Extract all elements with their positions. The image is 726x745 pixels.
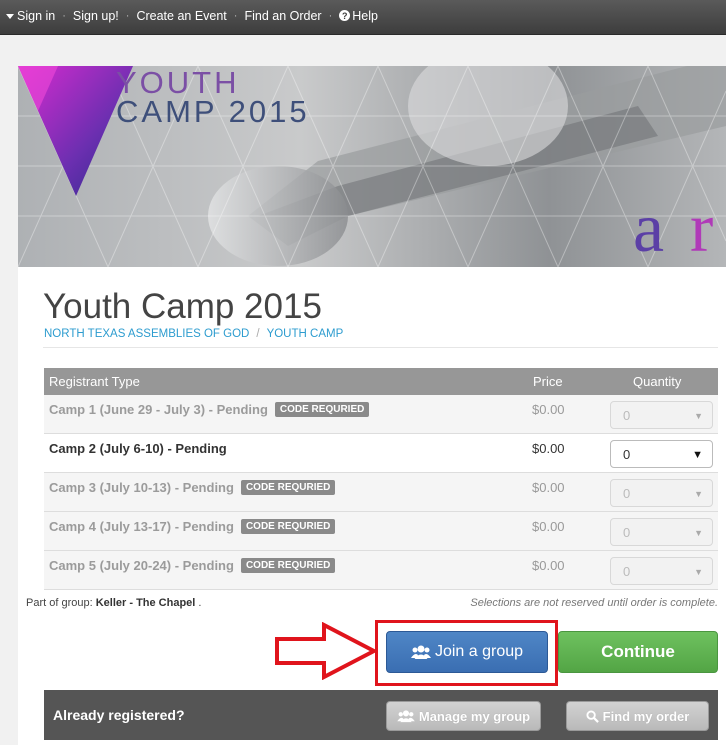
registrant-price: $0.00 [532,558,565,573]
join-group-label: Join a group [434,643,524,660]
registrant-price: $0.00 [532,402,565,417]
registrant-label: Camp 4 (July 13-17) - Pending [49,519,234,534]
quantity-value: 0 [623,408,631,423]
table-row: Camp 1 (June 29 - July 3) - Pending CODE … [44,395,718,434]
registrant-name: Camp 1 (June 29 - July 3) - Pending CODE … [49,402,370,417]
join-group-button[interactable]: Join a group [386,631,548,673]
breadcrumb-event[interactable]: YOUTH CAMP [267,328,344,340]
title-divider [43,347,718,348]
banner-title-line1: YOUTH [116,66,240,100]
registrant-label: Camp 2 (July 6-10) - Pending [49,441,227,456]
nav-separator: · [233,9,238,22]
svg-text:a: a [633,190,664,267]
table-row: Camp 5 (July 20-24) - Pending CODE REQURI… [44,551,718,590]
sign-in-label: Sign in [17,8,56,23]
sign-up-link[interactable]: Sign up! [73,9,119,23]
registrant-label: Camp 3 (July 10-13) - Pending [49,480,234,495]
quantity-value: 0 [623,564,631,579]
quantity-value: 0 [623,486,631,501]
help-label: Help [352,8,378,23]
registrant-price: $0.00 [532,519,565,534]
code-required-badge: CODE REQURIED [240,558,336,573]
manage-group-button[interactable]: Manage my group [386,701,541,731]
search-icon [586,709,599,723]
registrant-name: Camp 3 (July 10-13) - Pending CODE REQURI… [49,480,336,495]
code-required-badge: CODE REQURIED [240,480,336,495]
group-note-suffix: . [195,597,202,609]
page-title: Youth Camp 2015 [43,287,322,326]
chevron-down-icon: ▼ [694,528,703,538]
table-row: Camp 3 (July 10-13) - Pending CODE REQURI… [44,473,718,512]
nav-separator: · [328,9,333,22]
banner-title: YOUTH CAMP 2015 [116,66,310,129]
group-note-prefix: Part of group: [26,597,96,609]
breadcrumb-separator: / [256,328,260,340]
table-row: Camp 2 (July 6-10) - Pending $0.00 0 ▼ [44,434,718,473]
registrant-name: Camp 2 (July 6-10) - Pending [49,441,227,456]
code-required-badge: CODE REQURIED [274,402,370,417]
already-registered-label: Already registered? [53,707,185,723]
table-row: Camp 4 (July 13-17) - Pending CODE REQURI… [44,512,718,551]
nav-separator: · [125,9,130,22]
breadcrumb: NORTH TEXAS ASSEMBLIES OF GOD / YOUTH CAMP [44,328,343,340]
chevron-down-icon: ▼ [694,567,703,577]
quantity-select[interactable]: 0 ▼ [610,401,713,429]
registrant-label: Camp 1 (June 29 - July 3) - Pending [49,402,268,417]
svg-text:r: r [690,190,713,267]
users-icon [397,709,415,723]
nav-separator: · [62,9,66,22]
quantity-select[interactable]: 0 ▼ [610,440,713,468]
registrant-label: Camp 5 (July 20-24) - Pending [49,558,234,573]
event-banner: a r YOUTH CAMP 2015 [18,66,726,267]
users-icon [410,644,431,660]
code-required-badge: CODE REQURIED [240,519,336,534]
registrant-name: Camp 4 (July 13-17) - Pending CODE REQURI… [49,519,336,534]
banner-title-line2: CAMP 2015 [116,94,310,129]
reservation-note: Selections are not reserved until order … [470,597,718,609]
table-header: Registrant Type Price Quantity [44,368,718,395]
red-arrow-icon [275,622,378,680]
sign-in-link[interactable]: Sign in [6,9,55,23]
caret-down-icon [6,13,14,19]
find-order-label: Find my order [602,708,690,724]
quantity-select[interactable]: 0 ▼ [610,557,713,585]
help-icon: ? [339,10,351,21]
registrant-price: $0.00 [532,480,565,495]
quantity-select[interactable]: 0 ▼ [610,518,713,546]
quantity-select[interactable]: 0 ▼ [610,479,713,507]
create-event-link[interactable]: Create an Event [136,9,226,23]
breadcrumb-organization[interactable]: NORTH TEXAS ASSEMBLIES OF GOD [44,328,249,340]
top-nav-bar: Sign in · Sign up! · Create an Event · F… [0,0,726,35]
group-membership-note: Part of group: Keller - The Chapel . [26,597,201,609]
header-registrant-type: Registrant Type [49,374,140,389]
quantity-value: 0 [623,447,631,462]
already-registered-bar: Already registered? Manage my group Find… [44,690,718,740]
manage-group-label: Manage my group [418,708,531,724]
quantity-value: 0 [623,525,631,540]
group-name: Keller - The Chapel [95,597,196,609]
help-link[interactable]: ? Help [339,9,378,23]
registrant-price: $0.00 [532,441,565,456]
registrant-table: Registrant Type Price Quantity Camp 1 (J… [44,368,718,590]
header-price: Price [533,374,563,389]
registrant-name: Camp 5 (July 20-24) - Pending CODE REQURI… [49,558,336,573]
find-order-link[interactable]: Find an Order [244,9,321,23]
continue-button[interactable]: Continue [558,631,718,673]
header-quantity: Quantity [633,374,682,389]
chevron-down-icon: ▼ [694,489,703,499]
chevron-down-icon: ▼ [692,449,703,461]
chevron-down-icon: ▼ [694,411,703,421]
find-order-button[interactable]: Find my order [566,701,709,731]
